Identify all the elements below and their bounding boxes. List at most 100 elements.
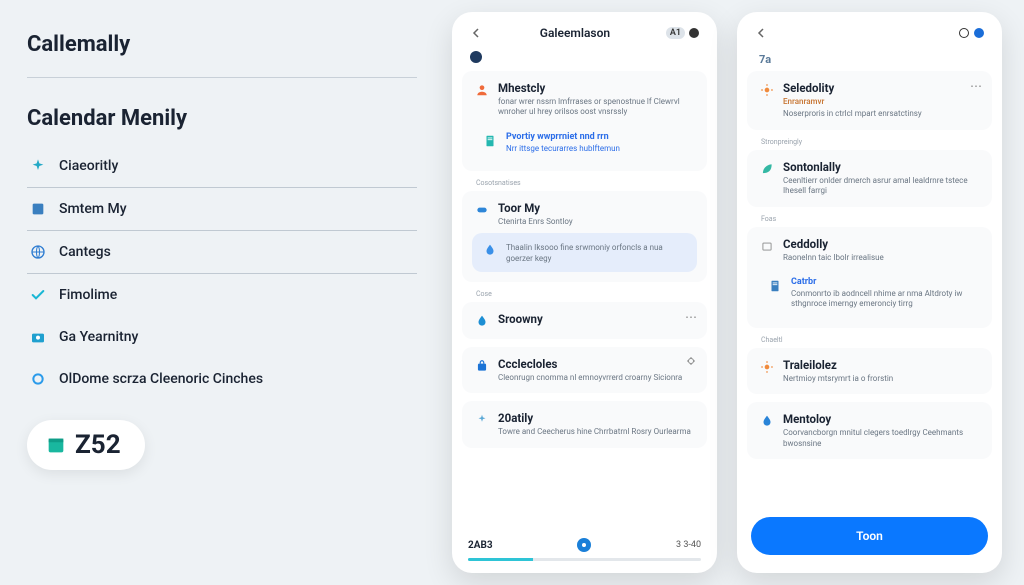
nav-item[interactable]: Fimolime xyxy=(27,274,417,316)
nav-label: Ga Yearnitny xyxy=(59,329,138,345)
phone-a-header: Galeemlason A1 xyxy=(452,20,717,48)
nav-item[interactable]: Cantegs xyxy=(27,231,417,274)
phone-b-body: ⋯ Seledolity Enranramvr Noserproris in c… xyxy=(737,71,1002,509)
card-title: Mhestcly xyxy=(498,81,695,95)
pill-icon xyxy=(474,202,490,218)
phone-a-body: Mhestcly fonar wrer nssrn lmfrrases or s… xyxy=(452,71,717,530)
list-card[interactable]: Mentoloy Coorvancborgn mnitul clegers to… xyxy=(747,402,992,459)
sub-title: Pvortiy wwprrniet nnd rrn xyxy=(506,132,687,142)
nav-label: OlDome scrza Cleenoric Cinches xyxy=(59,371,263,387)
list-card[interactable]: Ccclecloles Cleonrugn cnomma nl emnoyvrr… xyxy=(462,347,707,393)
sub-desc: Thaalin Iksooo fine srwmoniy orfoncls a … xyxy=(506,243,687,264)
more-icon[interactable]: ⋯ xyxy=(685,310,697,324)
list-card[interactable]: 20atily Towre and Ceecherus hine Chrrbat… xyxy=(462,401,707,447)
micro-label: Stronpreingly xyxy=(761,138,992,146)
list-card[interactable]: Traleilolez Nertmioy mtsrymrt ia o frors… xyxy=(747,348,992,394)
drop-icon xyxy=(474,313,490,329)
sub-card[interactable]: Pvortiy wwprrniet nnd rrn Nrr ittsge tec… xyxy=(472,124,697,161)
sub-desc: Conmonrto ib aodncell nhime ar nma Altdr… xyxy=(791,289,972,310)
check-icon xyxy=(29,286,47,304)
micro-label: Foas xyxy=(761,215,992,223)
ring-icon[interactable] xyxy=(959,28,969,38)
leaf-icon xyxy=(759,161,775,177)
card-desc: Ctenirta Enrs Sontloy xyxy=(498,217,695,227)
dot-icon[interactable] xyxy=(974,28,984,38)
action-icon[interactable] xyxy=(685,355,697,370)
sub-link[interactable]: Nrr ittsge tecurarres hublftemun xyxy=(506,144,687,153)
badge-number: Z52 xyxy=(75,430,121,460)
card-title: Toor My xyxy=(498,201,695,215)
section-title: Calendar Menily xyxy=(27,106,417,131)
dot-icon xyxy=(689,28,699,38)
card-title: Ceddolly xyxy=(783,237,980,251)
badge-pill[interactable]: Z52 xyxy=(27,420,145,470)
card-title: Traleilolez xyxy=(783,358,980,372)
list-card[interactable]: ⋯ Sroowny xyxy=(462,302,707,339)
ring-icon xyxy=(29,370,47,388)
list-card[interactable]: Ceddolly Raonelnn taic Ibolr irrealisue … xyxy=(747,227,992,328)
spark-icon xyxy=(29,157,47,175)
card-desc: Ceenltierr onlder dmerch asrur amal leal… xyxy=(783,176,980,197)
micro-label: Cose xyxy=(476,290,707,298)
nav-label: Ciaeoritly xyxy=(59,158,118,174)
sub-icon-row: 7a xyxy=(737,48,1002,71)
card-desc: Noserproris in ctrlcl mpart enrsatctinsy xyxy=(783,109,980,119)
card-desc: fonar wrer nssrn lmfrrases or spenostnue… xyxy=(498,97,695,118)
title-badge: 7a xyxy=(755,52,775,67)
calendar-icon xyxy=(43,432,69,458)
sub-title: Catrbr xyxy=(791,277,972,287)
doc-icon xyxy=(767,278,783,294)
list-card[interactable]: Toor My Ctenirta Enrs Sontloy Thaalin Ik… xyxy=(462,191,707,282)
tab-center-icon[interactable] xyxy=(577,538,591,552)
sub-card[interactable]: Catrbr Conmonrto ib aodncell nhime ar nm… xyxy=(757,269,982,318)
progress-fill xyxy=(468,558,533,561)
card-desc: Nertmioy mtsrymrt ia o frorstin xyxy=(783,374,980,384)
cta-button[interactable]: Toon xyxy=(751,517,988,555)
nav-label: Cantegs xyxy=(59,244,111,260)
nav-list: Ciaeoritly Smtem My Cantegs Fimolime Ga … xyxy=(27,145,417,400)
box-icon xyxy=(759,238,775,254)
progress-bar xyxy=(468,558,701,561)
back-icon[interactable] xyxy=(755,26,769,40)
card-title: 20atily xyxy=(498,411,695,425)
card-desc: Cleonrugn cnomma nl emnoyvrrerd croarny … xyxy=(498,373,695,383)
nav-label: Fimolime xyxy=(59,287,117,303)
card-title: Seledolity xyxy=(783,81,980,95)
nav-item[interactable]: Smtem My xyxy=(27,188,417,231)
list-card[interactable]: Mhestcly fonar wrer nssrn lmfrrases or s… xyxy=(462,71,707,171)
micro-label: Cosotsnatises xyxy=(476,179,707,187)
drop-icon xyxy=(482,242,498,258)
card-desc: Towre and Ceecherus hine Chrrbatrnl Rosr… xyxy=(498,427,695,437)
nav-item[interactable]: Ga Yearnitny xyxy=(27,316,417,358)
nav-item[interactable]: Ciaeoritly xyxy=(27,145,417,188)
person-icon xyxy=(474,82,490,98)
list-card[interactable]: ⋯ Seledolity Enranramvr Noserproris in c… xyxy=(747,71,992,130)
left-panel: Callemally Calendar Menily Ciaeoritly Sm… xyxy=(12,12,432,573)
square-icon xyxy=(29,200,47,218)
micro-label: Chaeltl xyxy=(761,336,992,344)
phone-b: 7a ⋯ Seledolity Enranramvr Noserproris i… xyxy=(737,12,1002,573)
card-desc: Coorvancborgn mnitul clegers toedlrgy Ce… xyxy=(783,428,980,449)
tab-right[interactable]: 3 3-40 xyxy=(676,540,701,550)
tab-left[interactable]: 2AB3 xyxy=(468,540,493,551)
list-card[interactable]: Sontonlally Ceenltierr onlder dmerch asr… xyxy=(747,150,992,207)
burst-icon xyxy=(759,82,775,98)
nav-item[interactable]: OlDome scrza Cleenoric Cinches xyxy=(27,358,417,400)
phone-b-header xyxy=(737,20,1002,48)
card-desc: Raonelnn taic Ibolr irrealisue xyxy=(783,253,980,263)
doc-icon xyxy=(482,133,498,149)
card-subtitle: Enranramvr xyxy=(783,97,980,107)
circle-icon xyxy=(470,51,482,63)
card-title: Ccclecloles xyxy=(498,357,695,371)
globe-icon xyxy=(29,243,47,261)
phone-a-title: Galeemlason xyxy=(540,26,610,40)
sub-card[interactable]: Thaalin Iksooo fine srwmoniy orfoncls a … xyxy=(472,233,697,272)
camera-icon xyxy=(29,328,47,346)
sub-icon-row xyxy=(452,48,717,71)
more-icon[interactable]: ⋯ xyxy=(970,79,982,93)
back-icon[interactable] xyxy=(470,26,484,40)
card-title: Sontonlally xyxy=(783,160,980,174)
tab-row: 2AB3 3 3-40 xyxy=(452,530,717,558)
badge-label: A1 xyxy=(666,27,685,39)
burst-icon xyxy=(759,359,775,375)
